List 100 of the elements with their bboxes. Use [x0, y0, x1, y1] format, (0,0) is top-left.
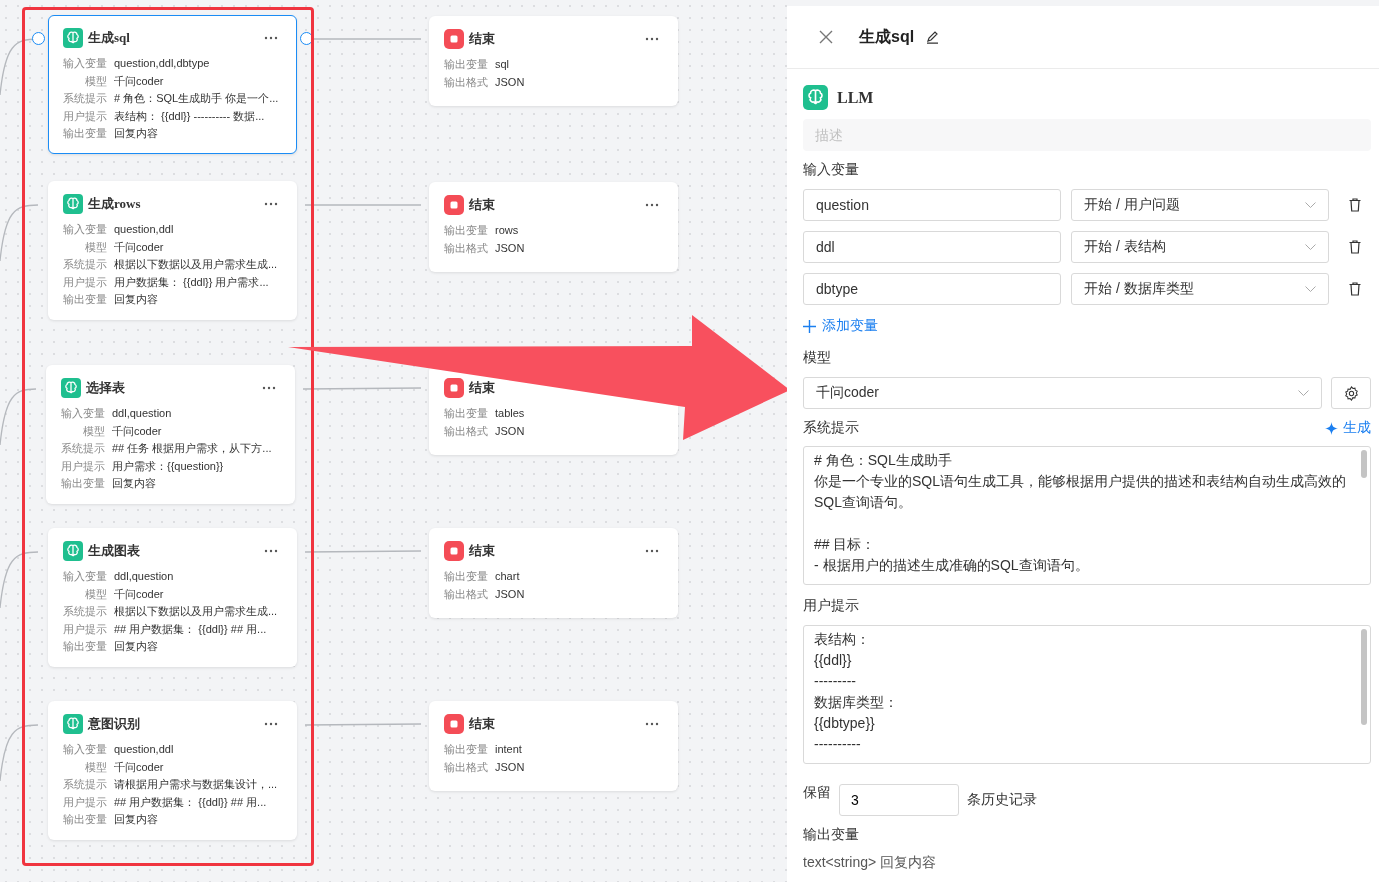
field-label: 系统提示: [63, 91, 107, 106]
workflow-node[interactable]: 生成rows 输入变量 question,ddl 模型 千问coder 系统提示 根据以下数据以及用户需求生成... 用户提示 用户数据集： {{ddl}} 用户需求... 输出变量 回复内容: [48, 181, 297, 320]
field-label: 输出变量: [63, 292, 107, 307]
workflow-node[interactable]: 结束 输出变量 sql 输出格式 JSON: [429, 16, 678, 106]
chevron-icon: [1305, 286, 1316, 292]
more-icon[interactable]: [645, 37, 659, 41]
node-title: 结束: [469, 715, 496, 733]
workflow-node[interactable]: 结束 输出变量 chart 输出格式 JSON: [429, 528, 678, 618]
prompt-line: 你是一个专业的SQL语句生成工具，能够根据用户提供的描述和表结构自动生成高效的SQL查询语句。: [814, 472, 1346, 512]
history-count-field[interactable]: 3: [839, 784, 959, 816]
panel-title: 生成sql: [859, 26, 915, 47]
prompt-line: - 根据用户的描述生成准确的SQL查询语句。: [814, 556, 1090, 575]
more-icon[interactable]: [264, 202, 278, 206]
section-label: 输出变量: [803, 826, 859, 844]
connection-handle[interactable]: [32, 32, 45, 45]
workflow-node[interactable]: 结束 输出变量 intent 输出格式 JSON: [429, 701, 678, 791]
field-value: # 角色：SQL生成助手 你是一个...: [114, 91, 280, 106]
field-label: 系统提示: [61, 441, 105, 456]
field-label: 用户提示: [63, 274, 107, 289]
node-title: 结束: [469, 542, 496, 560]
field-value: JSON: [495, 74, 526, 89]
variable-name-field[interactable]: ddl: [803, 231, 1061, 263]
field-label: 用户提示: [63, 621, 107, 636]
source-select[interactable]: 开始 / 用户问题: [1071, 189, 1329, 221]
workflow-node[interactable]: 生成图表 输入变量 ddl,question 模型 千问coder 系统提示 根据以下数据以及用户需求生成... 用户提示 ## 用户数据集： {{ddl}} ## 用... 输出变量 回复内容: [48, 528, 297, 667]
section-label: 用户提示: [803, 597, 859, 615]
memory-suffix: 条历史记录: [967, 791, 1037, 809]
field-value: tables: [495, 406, 526, 421]
field-value: question,ddl: [114, 222, 175, 237]
node-title: 意图识别: [88, 715, 141, 733]
node-title: 选择表: [86, 379, 126, 397]
more-icon[interactable]: [262, 386, 276, 390]
edge-line: [0, 204, 39, 262]
field-value: ## 用户数据集： {{ddl}} ## 用...: [114, 621, 268, 636]
brain-icon: [63, 194, 83, 214]
add-variable-button[interactable]: 添加变量: [803, 317, 878, 335]
workflow-node[interactable]: 选择表 输入变量 ddl,question 模型 千问coder 系统提示 ## 任务 根据用户需求，从下方... 用户提示 用户需求：{{question}} 输出变量 回复内容: [46, 365, 295, 504]
more-icon[interactable]: [645, 722, 659, 726]
field-value: 千问coder: [112, 423, 163, 438]
scrollbar: [1361, 450, 1367, 478]
field-label: 输出变量: [444, 406, 488, 421]
variable-name-field[interactable]: dbtype: [803, 273, 1061, 305]
more-icon[interactable]: [645, 203, 659, 207]
field-label: 输入变量: [61, 406, 105, 421]
trash-icon[interactable]: [1349, 282, 1361, 296]
field-value: 回复内容: [114, 126, 159, 141]
brain-icon: [63, 541, 83, 561]
generate-button[interactable]: 生成: [1325, 419, 1371, 437]
more-icon[interactable]: [264, 36, 278, 40]
variable-name-field[interactable]: question: [803, 189, 1061, 221]
prompt-line: 数据库类型：: [814, 693, 899, 712]
field-label: 输出变量: [444, 569, 488, 584]
prompt-line: ---------: [814, 672, 857, 691]
field-value: 回复内容: [112, 476, 157, 491]
node-type: LLM: [837, 88, 874, 107]
field-label: 系统提示: [63, 257, 107, 272]
field-label: 系统提示: [63, 604, 107, 619]
field-value: question,ddl: [114, 742, 175, 757]
node-title: 结束: [469, 379, 496, 397]
brain-icon: [63, 28, 83, 48]
node-title: 生成sql: [88, 29, 131, 47]
trash-icon[interactable]: [1349, 240, 1361, 254]
workflow-node[interactable]: 意图识别 输入变量 question,ddl 模型 千问coder 系统提示 请根据用户需求与数据集设计，... 用户提示 ## 用户数据集： {{ddl}} ## 用... 输出变量 回复内容: [48, 701, 297, 840]
field-value: 请根据用户需求与数据集设计，...: [114, 777, 279, 792]
user-prompt-field[interactable]: 表结构： {{ddl}} --------- 数据库类型： {{dbtype}} ----------: [803, 625, 1371, 764]
field-value: JSON: [495, 240, 526, 255]
field-label: 输出格式: [444, 423, 488, 438]
trash-icon[interactable]: [1349, 198, 1361, 212]
prompt-line: {{dbtype}}: [814, 714, 876, 733]
chevron-icon: [1305, 202, 1316, 208]
field-value: sql: [495, 57, 511, 72]
more-icon[interactable]: [645, 549, 659, 553]
field-label: 输出格式: [444, 586, 488, 601]
model-select[interactable]: 千问coder: [803, 377, 1322, 409]
field-value: JSON: [495, 759, 526, 774]
field-label: 输出变量: [444, 57, 488, 72]
field-label: 模型: [84, 239, 107, 254]
field-value: ## 任务 根据用户需求，从下方...: [112, 441, 273, 456]
close-icon[interactable]: [819, 30, 833, 44]
section-label: 输入变量: [803, 161, 859, 179]
more-icon[interactable]: [264, 722, 278, 726]
source-select[interactable]: 开始 / 数据库类型: [1071, 273, 1329, 305]
field-label: 输入变量: [63, 222, 107, 237]
field-value: ## 用户数据集： {{ddl}} ## 用...: [114, 794, 268, 809]
field-value: 千问coder: [114, 239, 165, 254]
field-value: ddl,question: [114, 569, 175, 584]
more-icon[interactable]: [264, 549, 278, 553]
node-title: 生成rows: [88, 195, 142, 213]
brain-icon: [63, 714, 83, 734]
system-prompt-field[interactable]: # 角色：SQL生成助手 你是一个专业的SQL语句生成工具，能够根据用户提供的描述和表结构自动生成高效的SQL查询语句。 ## 目标： - 根据用户的描述生成准确的SQL查询语句。: [803, 446, 1371, 585]
workflow-node[interactable]: 结束 输出变量 rows 输出格式 JSON: [429, 182, 678, 272]
sparkle-icon: [1325, 421, 1338, 435]
settings-button[interactable]: [1331, 377, 1371, 409]
description-field[interactable]: 描述: [803, 119, 1371, 151]
field-label: 用户提示: [63, 794, 107, 809]
field-label: 输入变量: [63, 569, 107, 584]
source-select[interactable]: 开始 / 表结构: [1071, 231, 1329, 263]
field-value: rows: [495, 223, 520, 238]
edit-icon[interactable]: [926, 30, 941, 44]
prompt-line: {{ddl}}: [814, 651, 853, 670]
